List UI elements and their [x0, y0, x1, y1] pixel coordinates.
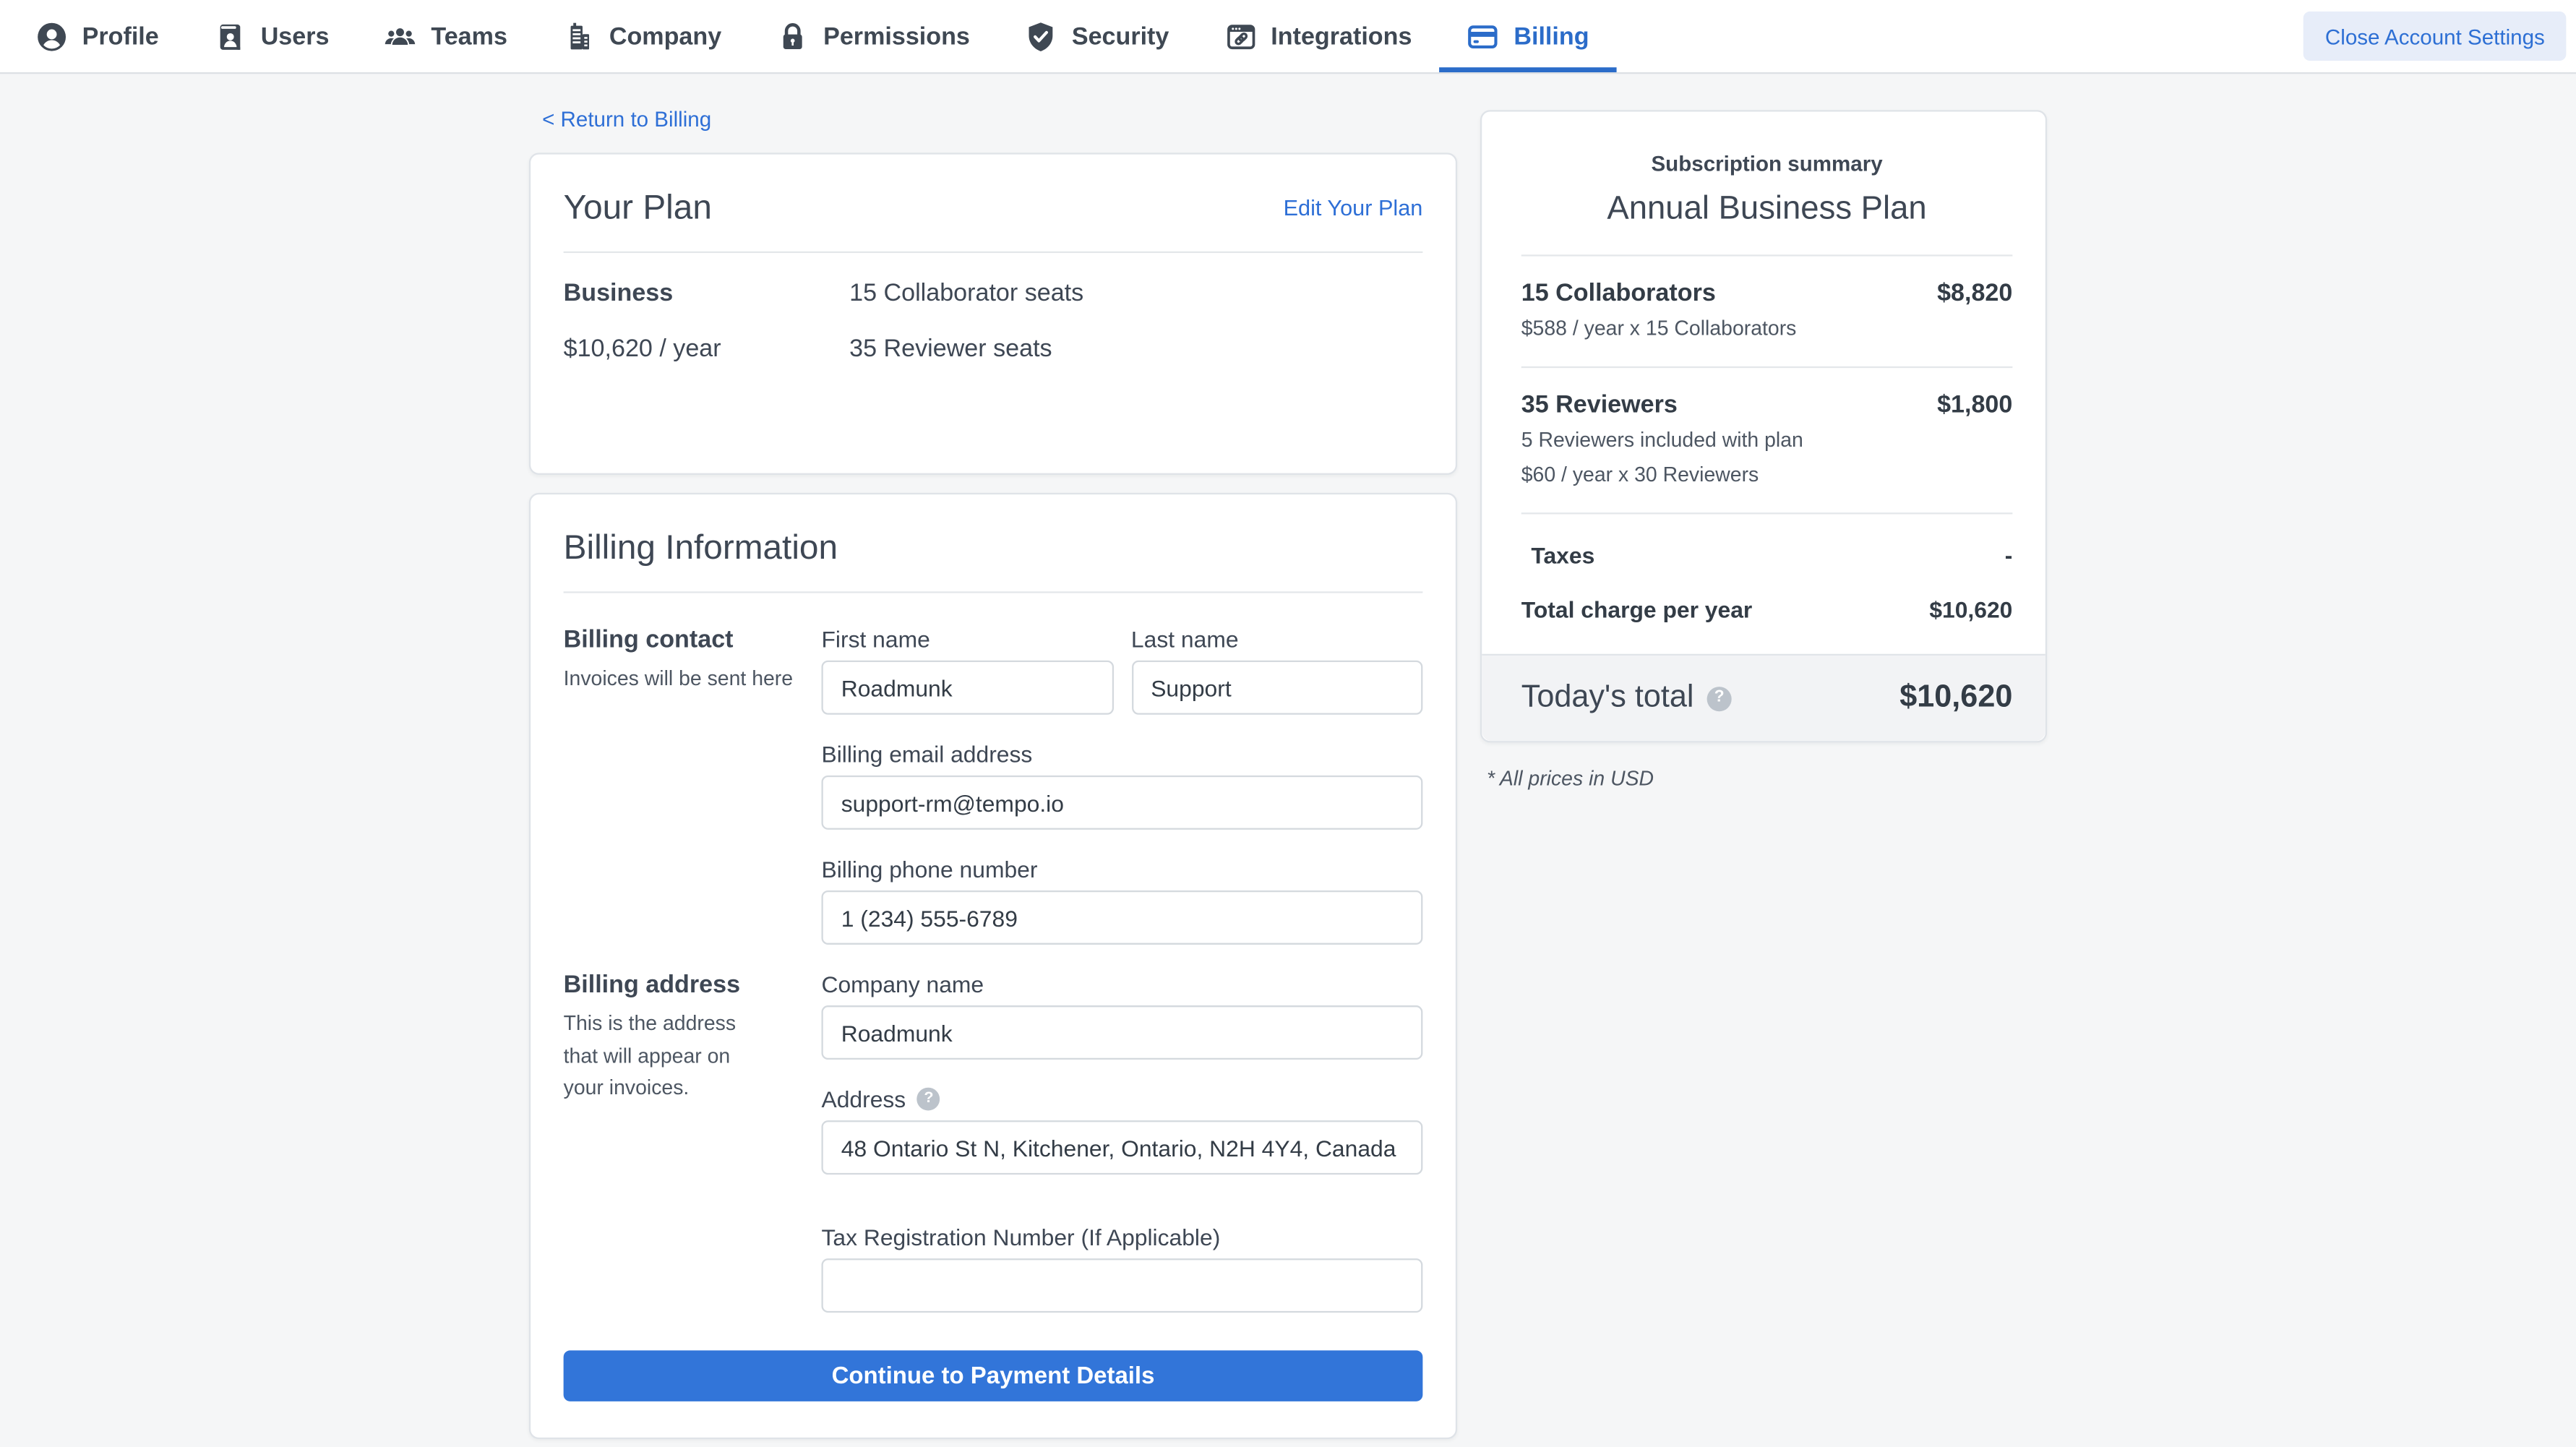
billing-address-heading: Billing address: [564, 971, 799, 1000]
subscription-summary-heading: Subscription summary: [1521, 151, 2013, 176]
tab-label: Security: [1072, 22, 1169, 51]
todays-total-help-icon[interactable]: ?: [1707, 686, 1732, 710]
tab-label: Integrations: [1271, 22, 1412, 51]
tab-billing[interactable]: Billing: [1440, 0, 1617, 72]
tab-label: Permissions: [823, 22, 970, 51]
reviewer-seats: 35 Reviewer seats: [849, 335, 1422, 364]
divider: [564, 592, 1423, 593]
plan-price: $10,620 / year: [564, 335, 849, 364]
last-name-label: Last name: [1131, 626, 1422, 652]
tab-integrations[interactable]: Integrations: [1197, 0, 1440, 72]
tax-registration-label: Tax Registration Number (If Applicable): [821, 1224, 1422, 1250]
billing-information-title: Billing Information: [564, 528, 1423, 569]
top-nav: Profile Users Teams Company Permissions: [0, 0, 2576, 74]
billing-address-section: Billing address This is the address that…: [564, 971, 1423, 1313]
line-item-reviewers: 35 Reviewers $1,800 5 Reviewers included…: [1521, 369, 2013, 515]
taxes-value: -: [2005, 542, 2013, 568]
address-label: Address: [821, 1086, 906, 1112]
main-content: < Return to Billing Your Plan Edit Your …: [0, 74, 2576, 1439]
tab-profile[interactable]: Profile: [8, 0, 186, 72]
line-item-detail: $60 / year x 30 Reviewers: [1521, 460, 2013, 491]
company-name-field[interactable]: [821, 1005, 1422, 1060]
users-icon: [215, 20, 246, 51]
company-name-label: Company name: [821, 971, 1422, 997]
billing-contact-subheading: Invoices will be sent here: [564, 664, 799, 696]
tab-teams[interactable]: Teams: [357, 0, 535, 72]
tab-permissions[interactable]: Permissions: [750, 0, 998, 72]
address-field[interactable]: [821, 1121, 1422, 1175]
todays-total-section: Today's total ? $10,620: [1482, 654, 2045, 741]
line-item-detail: 5 Reviewers included with plan: [1521, 426, 2013, 458]
line-item-name: 35 Reviewers: [1521, 392, 1678, 420]
edit-your-plan-link[interactable]: Edit Your Plan: [1284, 195, 1423, 220]
subscription-summary-card: Subscription summary Annual Business Pla…: [1480, 110, 2047, 742]
first-name-field[interactable]: [821, 661, 1112, 715]
last-name-field[interactable]: [1131, 661, 1422, 715]
billing-contact-section: Billing contact Invoices will be sent he…: [564, 626, 1423, 945]
line-item-price: $1,800: [1937, 392, 2012, 420]
billing-phone-label: Billing phone number: [821, 856, 1422, 883]
integrations-icon: [1225, 20, 1256, 51]
tax-registration-field[interactable]: [821, 1259, 1422, 1313]
first-name-label: First name: [821, 626, 1112, 652]
billing-address-subheading: This is the address that will appear on …: [564, 1009, 769, 1104]
close-account-settings-button[interactable]: Close Account Settings: [2304, 12, 2566, 61]
subscription-plan-title: Annual Business Plan: [1521, 191, 2013, 228]
continue-to-payment-button[interactable]: Continue to Payment Details: [564, 1351, 1423, 1401]
teams-icon: [385, 20, 416, 51]
tab-label: Company: [609, 22, 721, 51]
tab-label: Profile: [82, 22, 159, 51]
profile-icon: [36, 20, 67, 51]
account-settings-page: Profile Users Teams Company Permissions: [0, 0, 2576, 1447]
billing-email-label: Billing email address: [821, 742, 1422, 768]
billing-information-card: Billing Information Billing contact Invo…: [529, 493, 1457, 1440]
lock-icon: [777, 20, 808, 51]
tab-label: Billing: [1514, 22, 1589, 51]
your-plan-title: Your Plan: [564, 187, 712, 228]
tab-security[interactable]: Security: [998, 0, 1197, 72]
company-icon: [563, 20, 594, 51]
total-charge-value: $10,620: [1929, 596, 2012, 622]
tab-users[interactable]: Users: [186, 0, 357, 72]
todays-total-label: Today's total: [1521, 680, 1694, 716]
line-item-price: $8,820: [1937, 279, 2012, 307]
your-plan-card: Your Plan Edit Your Plan Business 15 Col…: [529, 153, 1457, 475]
line-item-name: 15 Collaborators: [1521, 279, 1716, 307]
settings-tabs: Profile Users Teams Company Permissions: [8, 0, 1617, 72]
shield-icon: [1026, 20, 1057, 51]
plan-name: Business: [564, 280, 849, 308]
tab-company[interactable]: Company: [536, 0, 750, 72]
tab-label: Teams: [431, 22, 507, 51]
return-to-billing-link[interactable]: < Return to Billing: [542, 107, 711, 132]
line-item-detail: $588 / year x 15 Collaborators: [1521, 314, 2013, 345]
divider: [564, 252, 1423, 253]
address-help-icon[interactable]: ?: [917, 1088, 940, 1111]
total-charge-label: Total charge per year: [1521, 596, 1753, 622]
billing-contact-heading: Billing contact: [564, 626, 799, 654]
prices-footnote: * All prices in USD: [1487, 768, 2047, 791]
credit-card-icon: [1468, 20, 1499, 51]
billing-email-field[interactable]: [821, 776, 1422, 830]
taxes-label: Taxes: [1531, 542, 1594, 568]
todays-total-value: $10,620: [1899, 680, 2012, 716]
tab-label: Users: [261, 22, 330, 51]
billing-phone-field[interactable]: [821, 890, 1422, 945]
collaborator-seats: 15 Collaborator seats: [849, 280, 1422, 308]
line-item-collaborators: 15 Collaborators $8,820 $588 / year x 15…: [1521, 257, 2013, 369]
